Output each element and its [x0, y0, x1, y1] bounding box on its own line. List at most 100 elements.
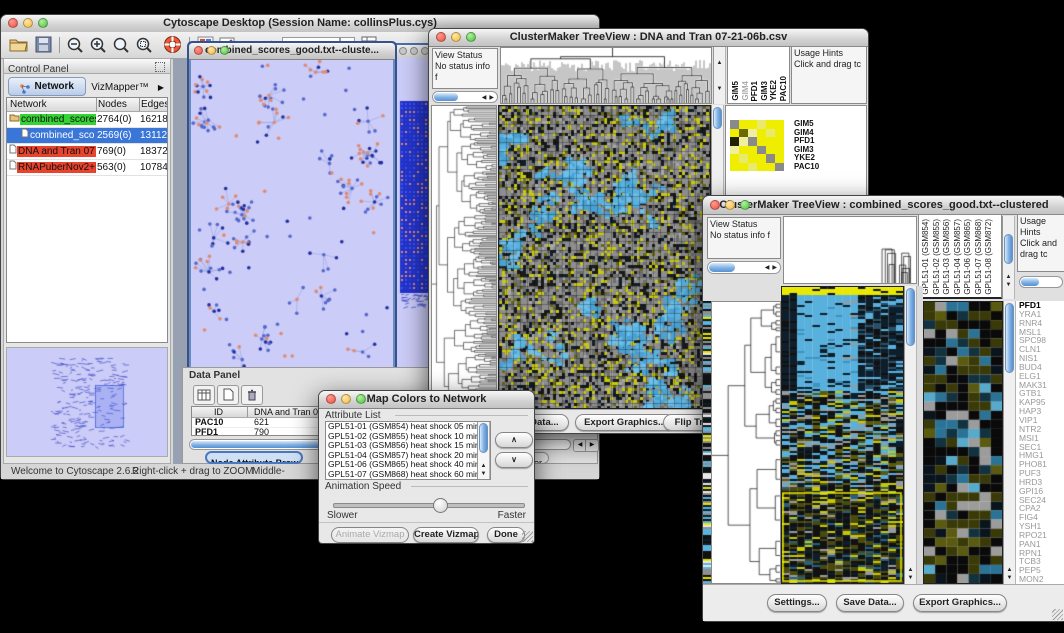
attribute-list-vscrollbar[interactable]: ▲ ▼ — [477, 422, 490, 479]
scrollbar-thumb[interactable] — [434, 93, 458, 101]
minimize-icon[interactable] — [410, 47, 418, 55]
matrix-cell[interactable] — [730, 129, 739, 138]
zoom-window-icon[interactable] — [38, 18, 48, 28]
matrix-cell[interactable] — [730, 154, 739, 163]
scroll-left-icon[interactable]: ◀ — [765, 264, 770, 271]
zoom-window-icon[interactable] — [356, 394, 366, 404]
tv1-column-labels[interactable]: GIM5GIM4PFD1GIM3YKE2PAC10 — [727, 46, 790, 104]
scroll-right-icon[interactable]: ▶ — [585, 439, 599, 452]
matrix-cell[interactable] — [730, 146, 739, 155]
matrix-cell[interactable] — [775, 154, 784, 163]
zoom-window-icon[interactable] — [466, 32, 476, 42]
animate-vizmap-button[interactable]: Animate Vizmap — [331, 527, 409, 543]
matrix-cell[interactable] — [757, 154, 766, 163]
column-label[interactable]: GPL51-02 (GSM855) — [932, 219, 941, 295]
column-label[interactable]: GIM4 — [741, 81, 750, 101]
network-window-2-title-bar[interactable] — [396, 45, 430, 59]
scroll-down-icon[interactable]: ▼ — [1003, 281, 1014, 289]
scroll-down-icon[interactable]: ▼ — [714, 85, 725, 93]
done-button[interactable]: Done — [487, 527, 525, 543]
network-row[interactable]: combined_sco2569(6)13112(15) — [7, 128, 167, 144]
row-label[interactable]: PAC10 — [794, 163, 854, 172]
tv2-row-tree[interactable] — [711, 301, 781, 584]
close-icon[interactable] — [326, 394, 336, 404]
column-label[interactable]: PFD1 — [750, 81, 759, 101]
matrix-cell[interactable] — [775, 163, 784, 172]
tv2-column-labels[interactable]: GPL51-01 (GSM854)GPL51-02 (GSM855)GPL51-… — [918, 214, 1002, 299]
col-header-edges[interactable]: Edges — [141, 98, 168, 111]
scrollbar-thumb[interactable] — [713, 107, 722, 129]
matrix-cell[interactable] — [739, 120, 748, 129]
tv2-gene-labels[interactable]: PFD1YRA1RNR4MSL1SPC98CLN1NIS1BUD4ELG1MAK… — [1016, 301, 1064, 584]
matrix-cell[interactable] — [748, 163, 757, 172]
column-label[interactable]: PAC10 — [779, 76, 788, 101]
tab-network[interactable]: Network — [8, 77, 86, 96]
tv1-correlation-matrix[interactable] — [730, 120, 784, 171]
matrix-cell[interactable] — [748, 120, 757, 129]
scroll-up-icon[interactable]: ▲ — [478, 462, 489, 470]
save-data-button[interactable]: Save Data... — [836, 594, 904, 612]
export-graphics-button[interactable]: Export Graphics... — [575, 414, 675, 431]
matrix-cell[interactable] — [757, 129, 766, 138]
matrix-cell[interactable] — [766, 129, 775, 138]
matrix-cell[interactable] — [766, 154, 775, 163]
scrollbar-thumb[interactable] — [1021, 278, 1039, 286]
matrix-cell[interactable] — [739, 146, 748, 155]
tv2-labels-vscrollbar[interactable]: ▲ ▼ — [1002, 216, 1015, 299]
resize-grip[interactable] — [522, 531, 533, 542]
column-label[interactable]: GPL51-03 (GSM856) — [942, 219, 951, 295]
matrix-cell[interactable] — [739, 154, 748, 163]
close-icon[interactable] — [8, 18, 18, 28]
scroll-up-icon[interactable]: ▲ — [1003, 273, 1014, 281]
column-label[interactable]: GIM3 — [760, 81, 769, 101]
scroll-down-icon[interactable]: ▼ — [1004, 574, 1015, 582]
scroll-left-icon[interactable]: ◀ — [482, 94, 487, 101]
export-graphics-button[interactable]: Export Graphics... — [913, 594, 1007, 612]
map-dialog-title-bar[interactable]: Map Colors to Network — [319, 391, 534, 409]
tv2-zoom-vscrollbar[interactable]: ▲ ▼ — [1003, 301, 1016, 584]
move-up-button[interactable]: ∧ — [495, 432, 533, 448]
minimize-icon[interactable] — [341, 394, 351, 404]
tv2-heatmap[interactable] — [781, 286, 904, 584]
column-label[interactable]: GIM5 — [731, 81, 740, 101]
tv1-status-scrollbar[interactable]: ◀▶ — [432, 91, 498, 103]
column-label[interactable]: GPL51-04 (GSM857) — [953, 219, 962, 295]
slider-thumb[interactable] — [433, 498, 448, 513]
matrix-cell[interactable] — [739, 129, 748, 138]
scrollbar-thumb[interactable] — [479, 423, 488, 453]
tv2-usage-scrollbar[interactable] — [1019, 276, 1063, 288]
col-header-nodes[interactable]: Nodes — [98, 98, 127, 111]
close-icon[interactable] — [399, 47, 407, 55]
tab-overflow-button[interactable]: ▶ — [154, 77, 168, 94]
column-label[interactable]: YKE2 — [769, 80, 778, 101]
matrix-cell[interactable] — [730, 163, 739, 172]
float-panel-icon[interactable] — [155, 62, 165, 72]
zoom-window-icon[interactable] — [220, 46, 229, 55]
zoom-fit-icon[interactable] — [112, 36, 130, 59]
zoom-window-icon[interactable] — [740, 200, 750, 210]
scrollbar-thumb[interactable] — [1004, 234, 1013, 264]
column-label[interactable]: GPL51-06 (GSM865) — [963, 219, 972, 295]
matrix-cell[interactable] — [775, 129, 784, 138]
tv1-column-mini-scrollbar[interactable]: ▲ ▼ — [713, 47, 726, 104]
settings-button[interactable]: Settings... — [767, 594, 827, 612]
matrix-cell[interactable] — [739, 163, 748, 172]
network-overview-canvas[interactable] — [7, 348, 167, 456]
network-row[interactable]: RNAPuberNov2+|563(0)107847(0) — [7, 160, 167, 176]
attribute-list-item[interactable]: GPL51-07 (GSM868) heat shock 60 min — [326, 470, 490, 480]
tv2-heatmap-vscrollbar[interactable]: ▲ ▼ — [904, 286, 917, 584]
tv2-status-scrollbar[interactable]: ◀▶ — [707, 261, 781, 274]
minimize-icon[interactable] — [23, 18, 33, 28]
matrix-cell[interactable] — [766, 163, 775, 172]
matrix-cell[interactable] — [757, 146, 766, 155]
tv2-global-strip[interactable] — [703, 301, 711, 584]
column-label[interactable]: GPL51-07 (GSM868) — [974, 219, 983, 295]
matrix-cell[interactable] — [775, 120, 784, 129]
move-down-button[interactable]: ∨ — [495, 452, 533, 468]
gene-label[interactable]: MON2 — [1019, 575, 1064, 584]
matrix-cell[interactable] — [748, 137, 757, 146]
scroll-up-icon[interactable]: ▲ — [1004, 566, 1015, 574]
minimize-icon[interactable] — [207, 46, 216, 55]
matrix-cell[interactable] — [748, 154, 757, 163]
close-icon[interactable] — [436, 32, 446, 42]
